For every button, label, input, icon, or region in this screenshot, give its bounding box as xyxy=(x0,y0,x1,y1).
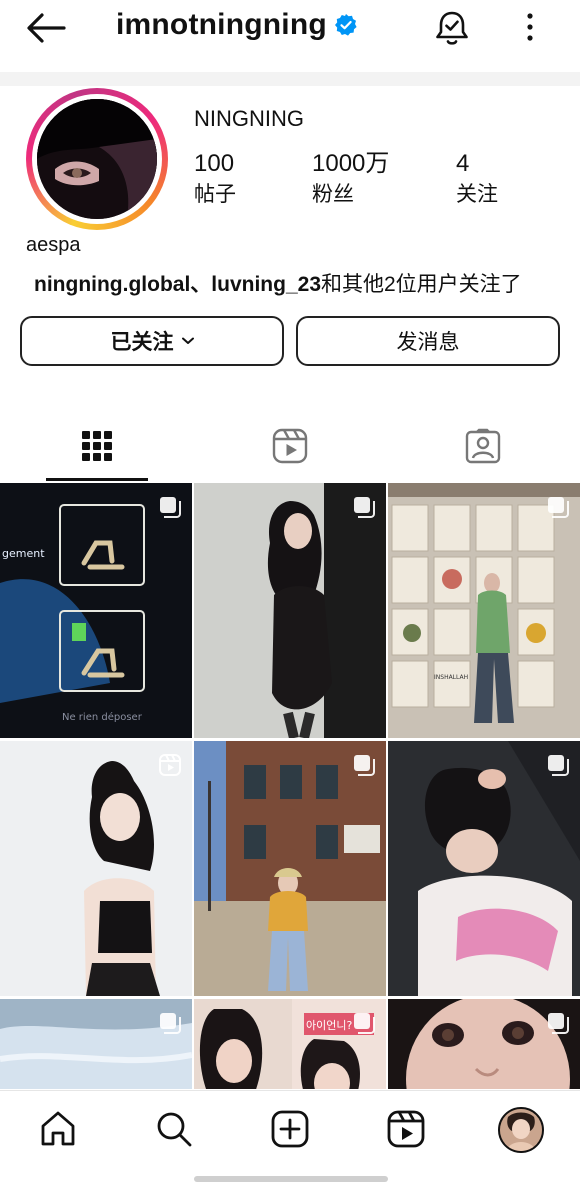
profile-avatar-story-ring[interactable] xyxy=(26,88,168,230)
post-1-left-text: gement xyxy=(2,547,45,560)
stat-posts-label: 帖子 xyxy=(194,183,236,206)
message-button[interactable]: 发消息 xyxy=(296,316,560,366)
post-thumbnail[interactable]: INSHALLAH xyxy=(388,483,580,738)
carousel-icon xyxy=(354,1013,375,1034)
home-icon xyxy=(41,1111,75,1146)
followed-by-users[interactable]: ningning.global、luvning_23 xyxy=(34,273,321,296)
post-thumbnail[interactable]: 아이언니? xyxy=(194,999,386,1089)
post-1-bottom-text: Ne rien déposer xyxy=(62,711,143,723)
carousel-icon xyxy=(354,497,375,518)
post-thumbnail[interactable]: gement Ne rien déposer xyxy=(0,483,192,738)
post-thumbnail[interactable] xyxy=(0,999,192,1089)
post-8-sign-text: 아이언니? xyxy=(306,1019,352,1032)
post-thumbnail[interactable] xyxy=(0,741,192,996)
top-bar: imnotningning xyxy=(0,0,580,56)
chevron-down-icon xyxy=(181,337,194,344)
reels-icon xyxy=(272,428,308,464)
stat-followers[interactable]: 1000万 粉丝 xyxy=(312,150,389,212)
post-3-tote-text: INSHALLAH xyxy=(434,674,468,681)
carousel-icon xyxy=(548,755,569,776)
stat-following[interactable]: 4 关注 xyxy=(456,150,498,212)
tab-reels[interactable] xyxy=(215,412,365,480)
followed-by-text[interactable]: ningning.global、luvning_23和其他2位用户关注了 xyxy=(34,268,522,298)
plus-square-icon xyxy=(271,1110,309,1148)
tab-tagged[interactable] xyxy=(408,412,558,480)
stat-following-label: 关注 xyxy=(456,183,498,206)
home-indicator xyxy=(194,1176,388,1182)
nav-search[interactable] xyxy=(152,1107,196,1151)
post-thumbnail[interactable] xyxy=(388,999,580,1089)
carousel-icon xyxy=(160,497,181,518)
post-thumbnail[interactable] xyxy=(194,483,386,738)
following-button[interactable]: 已关注 xyxy=(20,316,284,366)
stat-posts-value: 100 xyxy=(194,150,235,177)
post-thumbnail[interactable] xyxy=(194,741,386,996)
carousel-icon xyxy=(548,497,569,518)
post-thumbnail[interactable] xyxy=(388,741,580,996)
followed-by-rest: 和其他2位用户关注了 xyxy=(321,273,522,296)
header-divider xyxy=(0,72,580,86)
post-grid: gement Ne rien déposer INSHALLAH 아이언니? xyxy=(0,483,580,1089)
profile-avatar-image xyxy=(37,99,157,219)
stat-followers-label: 粉丝 xyxy=(312,183,354,206)
verified-badge-icon xyxy=(334,13,358,37)
bell-check-icon[interactable] xyxy=(432,8,472,48)
search-icon xyxy=(157,1112,192,1147)
carousel-icon xyxy=(354,755,375,776)
profile-display-name: NINGNING xyxy=(194,106,304,131)
tagged-user-icon xyxy=(465,428,501,464)
profile-username: imnotningning xyxy=(116,8,327,41)
stat-followers-value: 1000万 xyxy=(312,150,390,177)
stat-following-value: 4 xyxy=(456,150,470,177)
profile-bio: aespa xyxy=(26,234,81,256)
nav-create[interactable] xyxy=(268,1107,312,1151)
nav-profile-avatar[interactable] xyxy=(498,1107,544,1153)
tab-grid[interactable] xyxy=(22,412,172,480)
avatar-ring-gap xyxy=(32,94,162,224)
back-arrow-icon[interactable] xyxy=(24,10,68,46)
profile-tabs xyxy=(0,412,580,480)
stat-posts[interactable]: 100 帖子 xyxy=(194,150,236,212)
active-tab-indicator xyxy=(46,478,148,481)
carousel-icon xyxy=(548,1013,569,1034)
carousel-icon xyxy=(160,1013,181,1034)
message-button-label: 发消息 xyxy=(396,331,460,354)
reel-icon xyxy=(159,754,181,776)
more-options-icon[interactable] xyxy=(520,10,540,44)
nav-reels[interactable] xyxy=(384,1107,428,1151)
grid-icon xyxy=(82,431,112,461)
nav-home[interactable] xyxy=(36,1107,80,1151)
reels-icon xyxy=(387,1110,425,1148)
following-button-label: 已关注 xyxy=(110,331,174,354)
